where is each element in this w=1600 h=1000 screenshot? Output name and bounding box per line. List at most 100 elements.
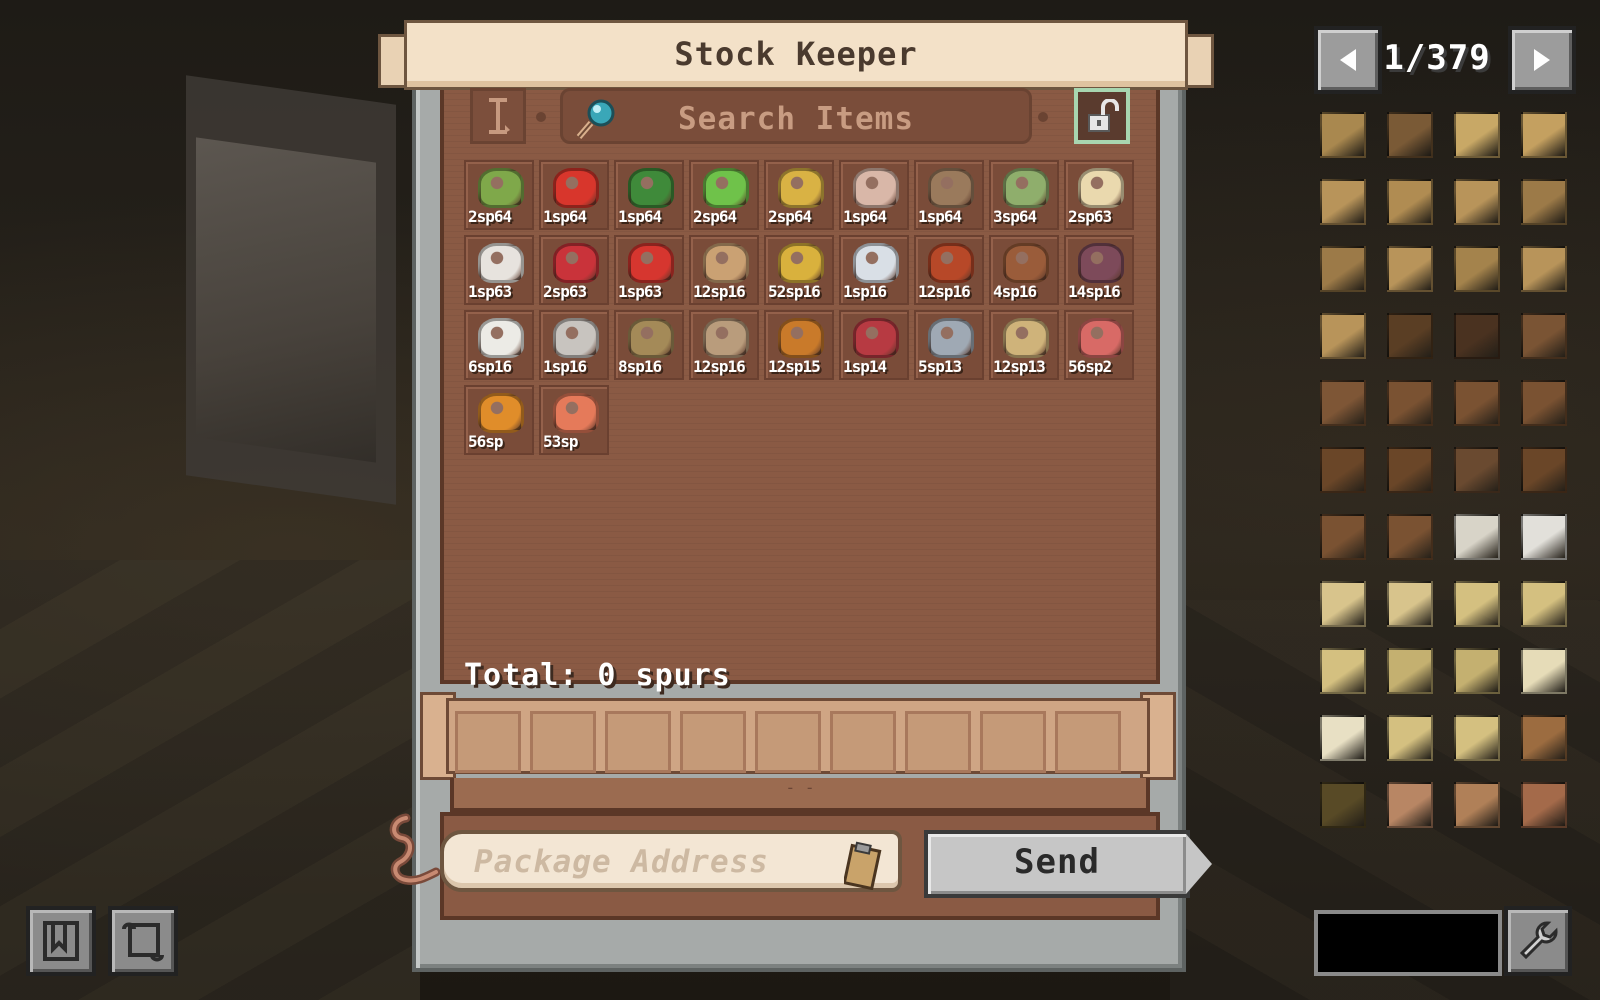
birch-fence-icon[interactable] bbox=[1383, 644, 1437, 698]
spruce-stairs-icon[interactable] bbox=[1450, 376, 1504, 430]
stew-bowl-icon bbox=[928, 243, 974, 283]
order-slot[interactable] bbox=[605, 711, 671, 773]
spruce-wood-icon[interactable] bbox=[1450, 309, 1504, 363]
item-slot[interactable]: 56sp2 bbox=[1064, 310, 1134, 380]
stripped-birch-log-icon[interactable] bbox=[1316, 577, 1370, 631]
oak-door-icon[interactable] bbox=[1383, 242, 1437, 296]
item-slot[interactable]: 1sp64 bbox=[914, 160, 984, 230]
item-slot[interactable]: 1sp64 bbox=[839, 160, 909, 230]
birch-planks-icon[interactable] bbox=[1450, 577, 1504, 631]
item-slot[interactable]: 12sp15 bbox=[764, 310, 834, 380]
order-slot[interactable] bbox=[455, 711, 521, 773]
item-slot[interactable]: 52sp16 bbox=[764, 235, 834, 305]
item-slot[interactable]: 2sp64 bbox=[764, 160, 834, 230]
spruce-trapdoor-icon[interactable] bbox=[1517, 443, 1571, 497]
item-slot[interactable]: 1sp16 bbox=[539, 310, 609, 380]
order-slot[interactable] bbox=[830, 711, 896, 773]
scroll-icon[interactable] bbox=[108, 906, 178, 976]
item-price-count: 56sp2 bbox=[1068, 357, 1112, 376]
search-input[interactable]: Search Items bbox=[560, 88, 1032, 144]
package-address-field[interactable]: Package Address bbox=[440, 830, 902, 892]
birch-door-icon[interactable] bbox=[1517, 644, 1571, 698]
golden-dish-icon bbox=[778, 243, 824, 283]
order-slot[interactable] bbox=[680, 711, 746, 773]
oak-fence-icon[interactable] bbox=[1517, 175, 1571, 229]
item-slot[interactable]: 2sp63 bbox=[539, 235, 609, 305]
item-slot[interactable]: 12sp13 bbox=[989, 310, 1059, 380]
item-slot[interactable]: 56sp bbox=[464, 385, 534, 455]
order-slot[interactable] bbox=[980, 711, 1046, 773]
item-slot[interactable]: 12sp16 bbox=[689, 235, 759, 305]
item-slot[interactable]: 1sp14 bbox=[839, 310, 909, 380]
wrench-icon[interactable] bbox=[1504, 906, 1572, 976]
jungle-log-icon[interactable] bbox=[1517, 711, 1571, 765]
birch-stairs-icon[interactable] bbox=[1517, 577, 1571, 631]
oak-stairs-icon[interactable] bbox=[1383, 175, 1437, 229]
jungle-planks-icon[interactable] bbox=[1517, 778, 1571, 832]
jungle-wood-icon[interactable] bbox=[1316, 778, 1370, 832]
send-button[interactable]: Send bbox=[924, 830, 1214, 898]
birch-wood-icon[interactable] bbox=[1517, 510, 1571, 564]
birch-log-icon[interactable] bbox=[1450, 510, 1504, 564]
oak-fence-gate-icon[interactable] bbox=[1316, 242, 1370, 296]
pink-mushroom-icon bbox=[853, 168, 899, 208]
stripped-oak-log-icon[interactable] bbox=[1450, 108, 1504, 162]
oak-log-icon[interactable] bbox=[1316, 108, 1370, 162]
order-slot[interactable] bbox=[530, 711, 596, 773]
birch-pressure-plate-icon[interactable] bbox=[1383, 711, 1437, 765]
stripped-jungle-wood-icon[interactable] bbox=[1450, 778, 1504, 832]
oak-trapdoor-icon[interactable] bbox=[1450, 242, 1504, 296]
item-slot[interactable]: 2sp64 bbox=[689, 160, 759, 230]
bookmark-icon[interactable] bbox=[26, 906, 96, 976]
item-slot[interactable]: 14sp16 bbox=[1064, 235, 1134, 305]
oak-button-icon[interactable] bbox=[1316, 309, 1370, 363]
birch-slab-icon[interactable] bbox=[1316, 644, 1370, 698]
previous-page-button[interactable] bbox=[1314, 26, 1382, 94]
item-slot[interactable]: 5sp13 bbox=[914, 310, 984, 380]
item-slot[interactable]: 1sp63 bbox=[614, 235, 684, 305]
item-slot[interactable]: 1sp64 bbox=[614, 160, 684, 230]
stripped-oak-wood-icon[interactable] bbox=[1517, 108, 1571, 162]
order-slot[interactable] bbox=[1055, 711, 1121, 773]
oak-slab-icon[interactable] bbox=[1450, 175, 1504, 229]
spruce-fence-gate-icon[interactable] bbox=[1383, 443, 1437, 497]
item-slot[interactable]: 1sp64 bbox=[539, 160, 609, 230]
clipboard-icon[interactable] bbox=[844, 840, 884, 890]
text-cursor-icon[interactable] bbox=[470, 88, 526, 144]
item-slot[interactable]: 8sp16 bbox=[614, 310, 684, 380]
order-slot[interactable] bbox=[755, 711, 821, 773]
oak-planks-icon[interactable] bbox=[1316, 175, 1370, 229]
next-page-button[interactable] bbox=[1508, 26, 1576, 94]
stripped-spruce-log-icon[interactable] bbox=[1517, 309, 1571, 363]
stripped-birch-wood-icon[interactable] bbox=[1383, 577, 1437, 631]
item-slot[interactable]: 2sp63 bbox=[1064, 160, 1134, 230]
item-price-count: 53sp bbox=[543, 432, 579, 451]
spruce-slab-icon[interactable] bbox=[1517, 376, 1571, 430]
item-price-count: 1sp64 bbox=[543, 207, 587, 226]
spruce-planks-block-icon[interactable] bbox=[1383, 376, 1437, 430]
stripped-jungle-log-icon[interactable] bbox=[1383, 778, 1437, 832]
spruce-log-icon[interactable] bbox=[1383, 309, 1437, 363]
item-slot[interactable]: 12sp16 bbox=[689, 310, 759, 380]
item-slot[interactable]: 3sp64 bbox=[989, 160, 1059, 230]
item-slot[interactable]: 1sp16 bbox=[839, 235, 909, 305]
birch-fence-gate-icon[interactable] bbox=[1450, 644, 1504, 698]
oak-pressure-plate-icon[interactable] bbox=[1517, 242, 1571, 296]
order-slot[interactable] bbox=[905, 711, 971, 773]
spruce-planks-icon[interactable] bbox=[1316, 376, 1370, 430]
item-slot[interactable]: 53sp bbox=[539, 385, 609, 455]
spruce-fence-icon[interactable] bbox=[1316, 443, 1370, 497]
oak-wood-icon[interactable] bbox=[1383, 108, 1437, 162]
item-slot[interactable]: 6sp16 bbox=[464, 310, 534, 380]
unlocked-padlock-icon[interactable] bbox=[1074, 88, 1130, 144]
spruce-door-icon[interactable] bbox=[1450, 443, 1504, 497]
item-slot[interactable]: 2sp64 bbox=[464, 160, 534, 230]
spruce-button-icon[interactable] bbox=[1383, 510, 1437, 564]
item-slot[interactable]: 4sp16 bbox=[989, 235, 1059, 305]
item-slot[interactable]: 12sp16 bbox=[914, 235, 984, 305]
birch-button-icon[interactable] bbox=[1450, 711, 1504, 765]
item-slot[interactable]: 1sp63 bbox=[464, 235, 534, 305]
ingredient-search-input[interactable] bbox=[1314, 910, 1502, 976]
spruce-pressure-plate-icon[interactable] bbox=[1316, 510, 1370, 564]
birch-trapdoor-icon[interactable] bbox=[1316, 711, 1370, 765]
